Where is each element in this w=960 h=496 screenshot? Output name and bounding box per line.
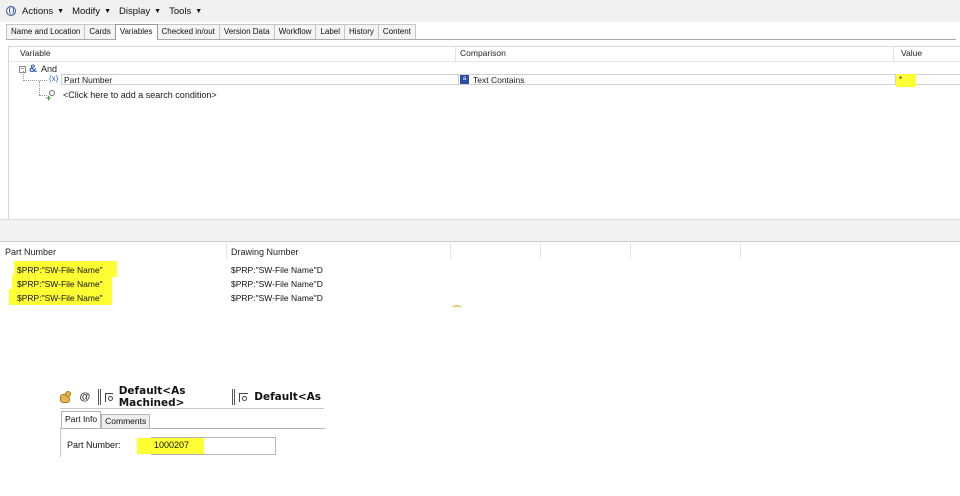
search-tabs: Name and Location Cards Variables Checke… bbox=[6, 24, 956, 40]
menu-bar: Actions ▼ Modify ▼ Display ▼ Tools ▼ bbox=[0, 0, 960, 22]
part-number-value[interactable]: 1000207 bbox=[154, 440, 189, 450]
header-variable[interactable]: Variable bbox=[20, 48, 51, 58]
menu-tools[interactable]: Tools ▼ bbox=[169, 6, 202, 17]
configuration-toolbar: @ Default<As Machined> Default<As bbox=[60, 385, 324, 409]
caret-down-icon: ▼ bbox=[154, 7, 162, 15]
header-value[interactable]: Value bbox=[901, 48, 922, 58]
result-drawing-number[interactable]: $PRP:"SW-File Name"D bbox=[231, 293, 323, 303]
variable-icon: (x) bbox=[49, 74, 59, 83]
tab-part-info[interactable]: Part Info bbox=[61, 411, 102, 428]
property-tabs: Part Info Comments bbox=[61, 411, 151, 428]
header-comparison[interactable]: Comparison bbox=[460, 48, 506, 58]
tab-content[interactable]: Content bbox=[377, 24, 416, 39]
results-header-part-number[interactable]: Part Number bbox=[5, 247, 56, 257]
tab-variables[interactable]: Variables bbox=[114, 24, 158, 40]
menu-actions[interactable]: Actions ▼ bbox=[22, 6, 64, 17]
add-search-condition[interactable]: + <Click here to add a search condition> bbox=[46, 90, 217, 103]
config-tab-default-as[interactable]: Default<As bbox=[232, 389, 321, 405]
menu-tools-label: Tools bbox=[169, 5, 192, 17]
add-search-icon: + bbox=[46, 90, 57, 103]
config-tab-label: Default<As bbox=[254, 391, 321, 403]
condition-variable-field[interactable]: Part Number bbox=[61, 74, 459, 85]
panel-splitter[interactable] bbox=[0, 220, 960, 241]
result-drawing-number[interactable]: $PRP:"SW-File Name"D bbox=[231, 279, 323, 289]
at-icon[interactable]: @ bbox=[79, 391, 90, 403]
result-drawing-number[interactable]: $PRP:"SW-File Name"D bbox=[231, 265, 323, 275]
condition-comparison-field[interactable]: a Text Contains bbox=[458, 74, 896, 85]
configuration-icon bbox=[105, 392, 113, 402]
results-header-drawing-number[interactable]: Drawing Number bbox=[231, 247, 299, 257]
tab-workflow[interactable]: Workflow bbox=[273, 24, 317, 39]
tab-comments[interactable]: Comments bbox=[101, 414, 151, 428]
menu-display-label: Display bbox=[119, 5, 151, 17]
globe-icon bbox=[6, 6, 16, 16]
search-condition-row[interactable]: (x) Part Number a Text Contains bbox=[9, 74, 960, 86]
tab-checked-in-out[interactable]: Checked in/out bbox=[156, 24, 220, 39]
column-divider[interactable] bbox=[630, 243, 631, 259]
column-divider[interactable] bbox=[540, 243, 541, 259]
result-part-number[interactable]: $PRP:"SW-File Name" bbox=[17, 265, 103, 275]
column-divider[interactable] bbox=[455, 47, 456, 61]
tab-version-data[interactable]: Version Data bbox=[218, 24, 275, 39]
tab-name-and-location[interactable]: Name and Location bbox=[6, 24, 86, 39]
condition-comparison-label: Text Contains bbox=[473, 74, 525, 85]
hand-icon[interactable] bbox=[60, 390, 72, 404]
part-number-label: Part Number: bbox=[67, 440, 121, 450]
header-divider bbox=[9, 61, 960, 62]
configuration-icon bbox=[239, 392, 249, 402]
config-tab-label: Default<As Machined> bbox=[118, 385, 186, 409]
condition-value-highlight[interactable]: * bbox=[896, 74, 916, 87]
caret-down-icon: ▼ bbox=[104, 7, 112, 15]
menu-actions-label: Actions bbox=[22, 5, 54, 17]
menu-modify[interactable]: Modify ▼ bbox=[72, 6, 111, 17]
caret-down-icon: ▼ bbox=[57, 7, 65, 15]
column-divider[interactable] bbox=[450, 243, 451, 259]
column-divider[interactable] bbox=[226, 243, 227, 259]
menu-modify-label: Modify bbox=[72, 5, 101, 17]
text-comparison-icon: a bbox=[460, 75, 469, 84]
and-operator-label: And bbox=[40, 64, 57, 74]
result-part-number[interactable]: $PRP:"SW-File Name" bbox=[17, 279, 103, 289]
tab-label[interactable]: Label bbox=[315, 24, 346, 39]
panel-divider bbox=[0, 241, 960, 242]
add-search-condition-label: <Click here to add a search condition> bbox=[63, 90, 217, 100]
search-conditions-grid: Variable Comparison Value − & And (x) Pa… bbox=[8, 46, 960, 219]
tab-cards[interactable]: Cards bbox=[84, 24, 116, 39]
caret-down-icon: ▼ bbox=[195, 7, 203, 15]
column-divider[interactable] bbox=[740, 243, 741, 259]
config-tab-default-as-machined[interactable]: Default<As Machined> bbox=[98, 385, 229, 409]
tab-history[interactable]: History bbox=[344, 24, 379, 39]
toolbar-divider bbox=[60, 408, 324, 409]
column-divider[interactable] bbox=[893, 47, 894, 61]
menu-display[interactable]: Display ▼ bbox=[119, 6, 161, 17]
result-part-number[interactable]: $PRP:"SW-File Name" bbox=[17, 293, 103, 303]
decorative-mark bbox=[452, 305, 462, 310]
